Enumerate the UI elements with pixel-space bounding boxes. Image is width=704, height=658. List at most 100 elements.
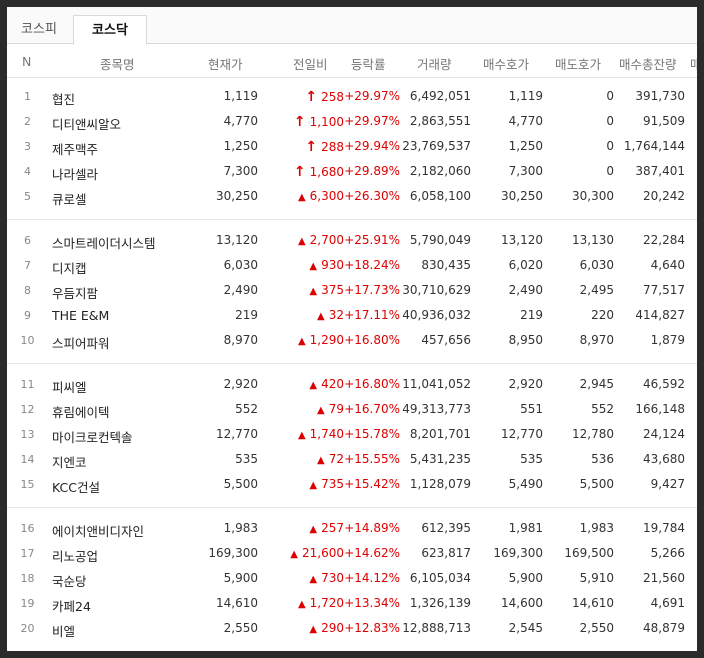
stock-name-link[interactable]: 나라셀라 [52, 164, 98, 183]
tab-kosdaq[interactable]: 코스닥 [73, 15, 147, 45]
col-header-volume[interactable]: 거래량 [417, 54, 452, 73]
bid-remaining: 43,680 [643, 452, 685, 466]
table-row[interactable]: 13 마이크로컨텍솔 12,770 ▲ 1,740 +15.78% 8,201,701 12,… [7, 422, 697, 447]
stock-name-link[interactable]: 우듬지팜 [52, 283, 98, 302]
stock-name-link[interactable]: 에이치앤비디자인 [52, 521, 144, 540]
table-row[interactable]: 6 스마트레이더시스템 13,120 ▲ 2,700 +25.91% 5,790,049 13… [7, 228, 697, 253]
change-value: 375 [321, 283, 344, 297]
rank-number: 8 [24, 284, 31, 297]
stock-name-link[interactable]: 마이크로컨텍솔 [52, 427, 133, 446]
table-row[interactable]: 7 디지캡 6,030 ▲ 930 +18.24% 830,435 6,020 6,030 4,6… [7, 253, 697, 278]
volume: 8,201,701 [409, 427, 471, 441]
col-header-bid[interactable]: 매수호가 [483, 54, 529, 73]
current-price: 30,250 [216, 189, 258, 203]
col-header-price[interactable]: 현재가 [208, 54, 243, 73]
table-row[interactable]: 18 국순당 5,900 ▲ 730 +14.12% 6,105,034 5,900 5,910… [7, 566, 697, 591]
row-group: 11 피씨엘 2,920 ▲ 420 +16.80% 11,041,052 2,920 2,94… [7, 364, 697, 508]
table-row[interactable]: 17 리노공업 169,300 ▲ 21,600 +14.62% 623,817 169,30… [7, 541, 697, 566]
table-row[interactable]: 9 THE E&M 219 ▲ 32 +17.11% 40,936,032 219 220 414… [7, 303, 697, 328]
ask-price: 14,610 [572, 596, 614, 610]
stock-name-link[interactable]: 카페24 [52, 596, 91, 615]
change-rate: +15.55% [344, 452, 400, 466]
rank-number: 10 [20, 334, 35, 347]
change-rate: +25.91% [344, 233, 400, 247]
stock-name-link[interactable]: 휴림에이텍 [52, 402, 110, 421]
stock-name-link[interactable]: 지엔코 [52, 452, 87, 471]
bid-remaining: 166,148 [635, 402, 685, 416]
change-amount: ↑ 1,680 [294, 164, 344, 180]
change-rate: +29.97% [344, 89, 400, 103]
bid-remaining: 22,284 [643, 233, 685, 247]
change-value: 21,600 [302, 546, 344, 560]
change-amount: ▲ 930 [309, 258, 344, 272]
tab-kospi[interactable]: 코스피 [7, 15, 71, 45]
col-header-ask[interactable]: 매도호가 [555, 54, 601, 73]
table-row[interactable]: 3 제주맥주 1,250 ↑ 288 +29.94% 23,769,537 1,250 0 1,7… [7, 134, 697, 159]
rank-number: 20 [20, 622, 35, 635]
table-row[interactable]: 4 나라셀라 7,300 ↑ 1,680 +29.89% 2,182,060 7,300 0 38… [7, 159, 697, 184]
table-row[interactable]: 5 큐로셀 30,250 ▲ 6,300 +26.30% 6,058,100 30,250 30… [7, 184, 697, 209]
change-amount: ▲ 1,720 [298, 596, 344, 610]
stock-name-link[interactable]: 협진 [52, 89, 75, 108]
rank-number: 2 [24, 115, 31, 128]
table-row[interactable]: 16 에이치앤비디자인 1,983 ▲ 257 +14.89% 612,395 1,981 1,… [7, 516, 697, 541]
up-triangle-icon: ▲ [309, 261, 318, 272]
bid-remaining: 48,879 [643, 621, 685, 635]
change-value: 420 [321, 377, 344, 391]
col-header-remain[interactable]: 매수총잔량 [619, 54, 677, 73]
rank-number: 13 [20, 428, 35, 441]
table-row[interactable]: 12 휴림에이텍 552 ▲ 79 +16.70% 49,313,773 551 552 166,… [7, 397, 697, 422]
table-row[interactable]: 15 KCC건설 5,500 ▲ 735 +15.42% 1,128,079 5,490 5,5… [7, 472, 697, 497]
volume: 5,431,235 [409, 452, 471, 466]
change-amount: ▲ 2,700 [298, 233, 344, 247]
table-row[interactable]: 10 스피어파워 8,970 ▲ 1,290 +16.80% 457,656 8,950 8,9… [7, 328, 697, 353]
current-price: 6,030 [223, 258, 258, 272]
col-header-diff[interactable]: 전일비 [293, 54, 328, 73]
volume: 612,395 [421, 521, 471, 535]
current-price: 552 [235, 402, 258, 416]
change-value: 2,700 [309, 233, 344, 247]
stock-name-link[interactable]: 스피어파워 [52, 333, 110, 352]
current-price: 535 [235, 452, 258, 466]
ask-price: 12,780 [572, 427, 614, 441]
change-amount: ▲ 1,740 [298, 427, 344, 441]
stock-name-link[interactable]: 피씨엘 [52, 377, 87, 396]
table-row[interactable]: 14 지엔코 535 ▲ 72 +15.55% 5,431,235 535 536 43,680 [7, 447, 697, 472]
stock-name-link[interactable]: 제주맥주 [52, 139, 98, 158]
table-row[interactable]: 20 비엘 2,550 ▲ 290 +12.83% 12,888,713 2,545 2,550… [7, 616, 697, 641]
bid-remaining: 91,509 [643, 114, 685, 128]
table-row[interactable]: 11 피씨엘 2,920 ▲ 420 +16.80% 11,041,052 2,920 2,94… [7, 372, 697, 397]
change-amount: ↑ 1,100 [294, 114, 344, 130]
bid-remaining: 19,784 [643, 521, 685, 535]
stock-name-link[interactable]: 스마트레이더시스템 [52, 233, 156, 252]
up-triangle-icon: ▲ [309, 624, 318, 635]
stock-name-link[interactable]: 리노공업 [52, 546, 98, 565]
row-group: 16 에이치앤비디자인 1,983 ▲ 257 +14.89% 612,395 1,981 1,… [7, 508, 697, 651]
up-triangle-icon: ▲ [309, 524, 318, 535]
bid-price: 13,120 [501, 233, 543, 247]
stock-name-link[interactable]: 디지캡 [52, 258, 87, 277]
table-row[interactable]: 19 카페24 14,610 ▲ 1,720 +13.34% 1,326,139 14,600… [7, 591, 697, 616]
table-row[interactable]: 8 우듬지팜 2,490 ▲ 375 +17.73% 30,710,629 2,490 2,49… [7, 278, 697, 303]
col-header-rate[interactable]: 등락률 [351, 54, 386, 73]
table-row[interactable]: 1 협진 1,119 ↑ 258 +29.97% 6,492,051 1,119 0 391,73… [7, 84, 697, 109]
bid-remaining: 1,764,144 [623, 139, 685, 153]
change-rate: +29.94% [344, 139, 400, 153]
stock-name-link[interactable]: 국순당 [52, 571, 87, 590]
ask-price: 552 [591, 402, 614, 416]
change-amount: ▲ 375 [309, 283, 344, 297]
volume: 2,182,060 [409, 164, 471, 178]
table-row[interactable]: 2 디티앤씨알오 4,770 ↑ 1,100 +29.97% 2,863,551 4,770 0… [7, 109, 697, 134]
stock-name-link[interactable]: 비엘 [52, 621, 75, 640]
stock-name-link[interactable]: THE E&M [52, 308, 109, 323]
stock-name-link[interactable]: KCC건설 [52, 477, 100, 496]
change-rate: +14.12% [344, 571, 400, 585]
stock-name-link[interactable]: 디티앤씨알오 [52, 114, 121, 133]
bid-remaining: 387,401 [635, 164, 685, 178]
col-header-more[interactable]: 매 [690, 54, 697, 73]
col-header-name[interactable]: 종목명 [100, 54, 135, 73]
stock-name-link[interactable]: 큐로셀 [52, 189, 87, 208]
rank-number: 1 [24, 90, 31, 103]
rank-number: 5 [24, 190, 31, 203]
current-price: 2,550 [223, 621, 258, 635]
